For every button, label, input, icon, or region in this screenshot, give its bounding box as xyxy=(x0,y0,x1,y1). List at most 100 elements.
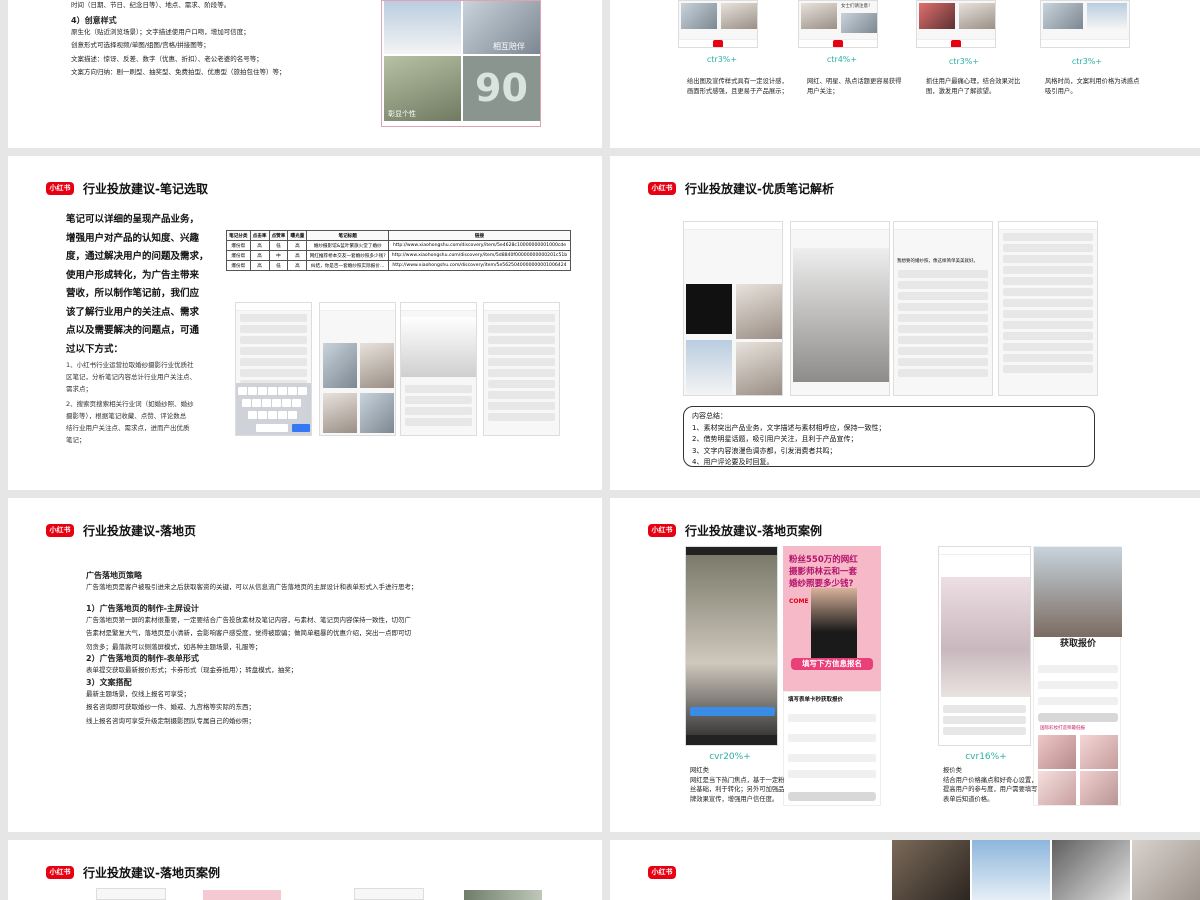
caption-line: 牌效果宣传，增强用户信任度。 xyxy=(690,795,779,803)
submit-button[interactable] xyxy=(788,792,876,801)
slide-title: 行业投放建议-落地页 xyxy=(83,524,196,538)
results-phone-screenshot xyxy=(319,302,396,436)
case-phone-partial xyxy=(96,888,166,900)
example-card-3 xyxy=(916,0,996,48)
collage-photo-beach xyxy=(384,1,461,54)
column-header: 点击率 xyxy=(249,230,270,241)
ctr-value: ctr3%+ xyxy=(1071,57,1103,66)
table-cell: 高 xyxy=(287,260,308,271)
case-phone-partial xyxy=(354,888,424,900)
case-quote-page: 获取报价 国际彩妆打造师最低报 xyxy=(1033,546,1122,806)
poster-title: 粉丝550万的网红 摄影师林云和一套 婚纱照要多少钱? xyxy=(789,554,858,590)
quote-form-field[interactable] xyxy=(1038,665,1118,673)
slide-quality-note-analysis: 小红书 行业投放建议-优质笔记解析 我想要的婚纱照，像这样简单美美就好。 内容总… xyxy=(610,156,1200,490)
summary-line: 营收，所以制作笔记前，我们应 xyxy=(66,288,200,299)
form-field[interactable] xyxy=(788,714,876,722)
table-row: 爆份帮 高 低 高 纠结，你是否一套婚纱照实际报价… http://www.xi… xyxy=(226,260,572,271)
table-cell: 爆份帮 xyxy=(226,240,251,251)
form-field[interactable] xyxy=(788,770,876,778)
summary-item: 1、素材突出产品业务，文字描述与素材相呼应，保持一致性； xyxy=(692,423,886,432)
section-heading: 3）文案搭配 xyxy=(86,677,132,687)
summary-line: 点以及需要解决的问题点，可通 xyxy=(66,325,200,336)
collage-photo xyxy=(972,840,1050,900)
case-caption-left: 网红类 网红是当下热门焦点，基于一定粉 丝基础，利于转化；另外可加强品 牌效果宣… xyxy=(690,766,784,804)
table-cell: 爆份帮 xyxy=(226,250,251,261)
slide-title: 行业投放建议-笔记选取 xyxy=(83,182,208,196)
summary-line: 增强用户对产品的认知度、兴趣 xyxy=(66,232,200,244)
analysis-phone-4 xyxy=(998,221,1098,396)
section-heading: 2）广告落地页的制作-表单形式 xyxy=(86,654,199,663)
example-card-1 xyxy=(678,0,758,48)
slide-landing-page-cases: 小红书 行业投放建议-落地页案例 粉丝550万的网红 摄影师林云和一套 婚纱照要… xyxy=(610,498,1200,832)
strategy-intro: 广告落地页是客户被吸引进来之后获取客资的关键，可以从信息流广告落地页的主屏设计和… xyxy=(86,583,418,591)
example-card-4 xyxy=(1040,0,1130,48)
case-photo-partial xyxy=(464,890,542,900)
note-selection-methods: 1、小红书行业运营拉取婚纱摄影行业优质社 区笔记，分析笔记内容总计行业用户关注点… xyxy=(66,359,196,446)
case-pink-banner xyxy=(203,890,281,900)
case-phone-video xyxy=(685,546,778,746)
caption-line: 吸引用户。 xyxy=(1045,87,1077,95)
slide-creative-examples: 女士们请注意！ ctr3%+ ctr4%+ ctr3%+ ctr3%+ 给出图及… xyxy=(610,0,1200,148)
collage-photo xyxy=(892,840,970,900)
form-field[interactable] xyxy=(788,734,876,742)
case-poster: 粉丝550万的网红 摄影师林云和一套 婚纱照要多少钱? COME ON 填写下方… xyxy=(783,546,881,691)
section-line: 告素材是繁复大气，落地页是小清新，会影响客户感受度，觉得被欺骗；做简单粗暴的优惠… xyxy=(86,629,411,637)
summary-item: 3、文字内容浪漫色调亦都，引发消费者共鸣； xyxy=(692,446,837,455)
summary-line: 该了解行业用户的关注点、需求 xyxy=(66,306,200,318)
quote-button[interactable]: 获取报价 xyxy=(1048,637,1108,651)
summary-title: 内容总结： xyxy=(692,412,727,420)
method-line: 笔记； xyxy=(66,436,86,444)
collage-photo xyxy=(1052,840,1130,900)
form-banner-button[interactable]: 填写下方信息报名 xyxy=(791,658,873,670)
form-field[interactable] xyxy=(788,754,876,762)
caption-line: 风格时尚，文案利用价格为诱惑点 xyxy=(1045,78,1140,85)
table-cell: 网红推荐桥本交友一套婚纱照多少钱? xyxy=(306,250,389,261)
section-line: 勿贪多；最落款可以侧落屏模式，如各种主题场景，礼服等； xyxy=(86,642,262,651)
case-caption-right: 报价类 结合用户价格痛点和好奇心设置， 提高用户的参与度，用户需要填写 表单后知… xyxy=(943,766,1037,804)
quote-submit-button[interactable] xyxy=(1038,713,1118,722)
content-summary-box: 内容总结： 1、素材突出产品业务，文字描述与素材相呼应，保持一致性； 2、借势明… xyxy=(683,406,1095,467)
section-line: 表单提交获取最新报价形式；卡券形式（现金券抵用）；转盘模式，抽奖； xyxy=(86,666,298,674)
quote-form-field[interactable] xyxy=(1038,681,1118,689)
poster-title-line: 粉丝550万的网红 xyxy=(789,555,858,565)
note-caption: 我想要的婚纱照，像这样简单美美就好。 xyxy=(897,259,978,264)
table-link[interactable]: http://www.xiaohongshu.com/discovery/ite… xyxy=(387,250,572,261)
xiaohongshu-logo: 小红书 xyxy=(46,524,74,537)
slide1-line: 原生化（贴近浏览场景）；文字描述使用户口吻，增加可信度； xyxy=(71,27,250,36)
table-header-row: 笔记分类 点击率 点赞率 曝光量 笔记标题 链接 xyxy=(226,230,572,241)
method-line: 结行业用户关注点、需求点，进而产出优质 xyxy=(66,424,190,432)
analysis-phone-2 xyxy=(790,221,890,396)
card-title: 女士们请注意！ xyxy=(841,4,873,9)
table-cell: 婚纱摄影馆&蓝叶繁旗火堂了婚纱 xyxy=(306,240,389,251)
analysis-phone-1 xyxy=(683,221,783,396)
cvr-value: cvr16%+ xyxy=(965,752,1007,762)
example-caption-4: 风格时尚，文案利用价格为诱惑点 吸引用户。 xyxy=(1045,77,1139,96)
caption-line: 丝基础，利于转化；另外可加强品 xyxy=(690,786,785,793)
slide1-heading: 4）创意样式 xyxy=(71,15,117,25)
caption-line: 提高用户的参与度，用户需要填写 xyxy=(943,786,1038,793)
table-link[interactable]: http://www.xiaohongshu.com/discovery/ite… xyxy=(387,240,572,251)
case-phone-cherry xyxy=(938,546,1031,746)
summary-item: 4、用户评论要及时回复。 xyxy=(692,458,774,466)
document-page: 时间（日期、节日、纪念日等）、地点、需求、阶段等。 4）创意样式 原生化（贴近浏… xyxy=(0,0,1200,900)
example-card-2: 女士们请注意！ xyxy=(798,0,878,48)
method-line: 需求点； xyxy=(66,385,92,393)
method-line: 摄影等），根据笔记收藏、点赞、评论数总 xyxy=(66,412,187,420)
caption-line: 网红是当下热门焦点，基于一定粉 xyxy=(690,776,785,784)
form-title: 填写表单卡秒获取报价 xyxy=(788,697,844,703)
analysis-phone-3: 我想要的婚纱照，像这样简单美美就好。 xyxy=(893,221,993,396)
poster-title-line: 摄影师林云和一套 xyxy=(789,567,858,577)
slide-creative-style: 时间（日期、节日、纪念日等）、地点、需求、阶段等。 4）创意样式 原生化（贴近浏… xyxy=(8,0,602,148)
method-line: 区笔记，分析笔记内容总计行业用户关注点、 xyxy=(66,373,196,381)
caption-line: 报价类 xyxy=(943,767,962,774)
slide1-line: 文案方向归纳：剧一刷型、抽奖型、免费拍型、优惠型（旅拍包住等）等； xyxy=(71,68,286,76)
case-form: 填写表单卡秒获取报价 xyxy=(783,691,881,806)
slide-note-selection: 小红书 行业投放建议-笔记选取 笔记可以详细的呈现产品业务， 增强用户对产品的认… xyxy=(8,156,602,490)
slide-photo-collage: 小红书 xyxy=(610,840,1200,900)
quote-form-field[interactable] xyxy=(1038,697,1118,705)
slide-landing-page-cases-2: 小红书 行业投放建议-落地页案例 xyxy=(8,840,602,900)
summary-line: 使用户形成转化，为广告主带来 xyxy=(66,269,200,281)
table-cell: 高 xyxy=(249,260,270,271)
xiaohongshu-logo: 小红书 xyxy=(46,182,74,195)
table-link[interactable]: http://www.xiaohongshu.com/discovery/ite… xyxy=(387,260,572,271)
